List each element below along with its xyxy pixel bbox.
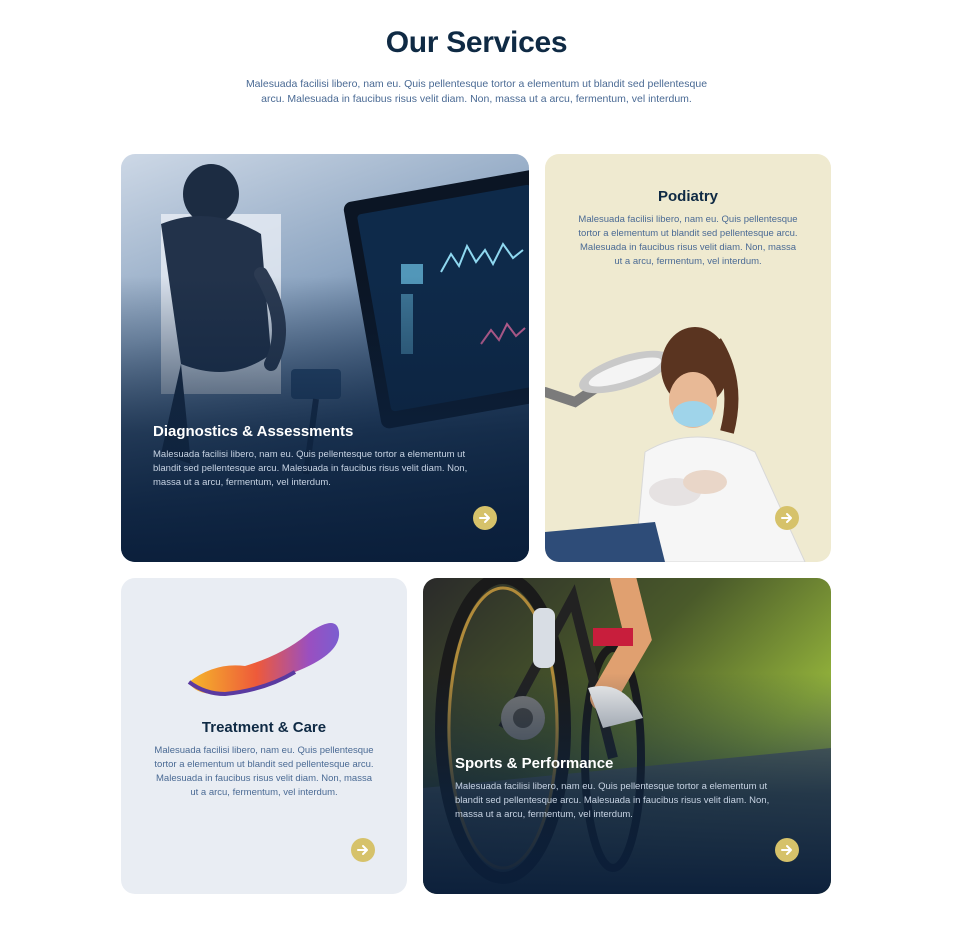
arrow-right-icon[interactable] bbox=[775, 838, 799, 862]
card-gradient-overlay bbox=[121, 276, 529, 562]
card-description: Malesuada facilisi libero, nam eu. Quis … bbox=[455, 781, 770, 820]
arrow-right-icon[interactable] bbox=[351, 838, 375, 862]
card-title: Diagnostics & Assessments bbox=[153, 423, 354, 440]
section-title: Our Services bbox=[385, 26, 568, 59]
arrow-right-icon[interactable] bbox=[473, 506, 497, 530]
arrow-right-icon[interactable] bbox=[775, 506, 799, 530]
section-intro: Malesuada facilisi libero, nam eu. Quis … bbox=[245, 78, 708, 105]
insole-image bbox=[187, 623, 340, 697]
service-card-treatment[interactable]: Treatment & Care Malesuada facilisi libe… bbox=[121, 578, 407, 894]
card-description: Malesuada facilisi libero, nam eu. Quis … bbox=[578, 214, 798, 267]
card-description: Malesuada facilisi libero, nam eu. Quis … bbox=[153, 449, 468, 488]
service-card-podiatry[interactable]: Podiatry Malesuada facilisi libero, nam … bbox=[545, 154, 831, 562]
service-card-diagnostics[interactable]: Diagnostics & Assessments Malesuada faci… bbox=[121, 154, 529, 562]
card-title: Sports & Performance bbox=[455, 755, 614, 772]
card-description: Malesuada facilisi libero, nam eu. Quis … bbox=[154, 745, 374, 798]
card-title: Treatment & Care bbox=[201, 719, 327, 736]
service-card-sports[interactable]: Sports & Performance Malesuada facilisi … bbox=[423, 578, 831, 894]
card-title: Podiatry bbox=[657, 188, 718, 205]
